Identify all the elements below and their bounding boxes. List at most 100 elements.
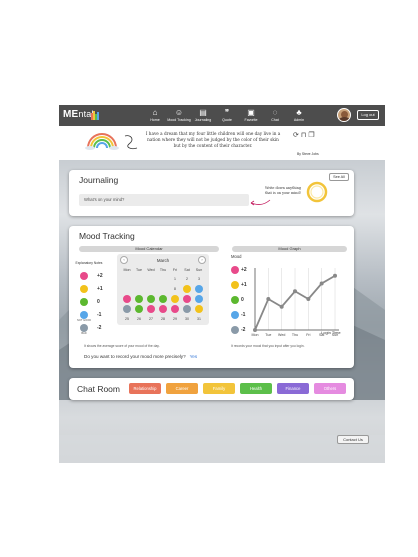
- nav-item-admin[interactable]: ♣ Admin: [287, 108, 311, 122]
- weekday-label: Fri: [172, 268, 178, 272]
- graph-x-tick: Fri: [306, 333, 310, 337]
- chat-room-relationship[interactable]: Relationship: [129, 383, 161, 394]
- legend-title: Explanatory Notes: [75, 261, 103, 265]
- nav-item-label: Mood Tracking: [167, 118, 191, 122]
- graph-y-tick: -1: [241, 312, 246, 318]
- precise-mood-question: Do you want to record your mood more pre…: [84, 354, 197, 359]
- nav-item-chat[interactable]: ◌ Chat: [263, 108, 287, 122]
- calendar-day[interactable]: 3: [193, 277, 205, 281]
- journal-input[interactable]: What's on your mind?: [79, 194, 249, 206]
- legend-value: +1: [97, 286, 103, 292]
- chat-room-others[interactable]: Others: [314, 383, 346, 394]
- user-avatar[interactable]: [337, 108, 351, 122]
- calendar-mood-icon[interactable]: [195, 285, 203, 293]
- mood-point[interactable]: [319, 281, 324, 286]
- calendar-mood-icon[interactable]: [123, 295, 131, 303]
- graph-x-tick: Tue: [265, 333, 271, 337]
- journal-note: Write down anything that is on your mind…: [264, 186, 302, 195]
- calendar-day[interactable]: 25: [121, 317, 133, 321]
- mood-point[interactable]: [266, 297, 271, 301]
- mood-face-icon: [80, 298, 88, 306]
- arrow-icon: [250, 199, 271, 206]
- calendar-mood-icon[interactable]: [183, 305, 191, 313]
- graph-mood-icon: [231, 281, 239, 289]
- calendar-mood-icon[interactable]: [123, 305, 131, 313]
- calendar-day[interactable]: 26: [133, 317, 145, 321]
- nav-item-journaling[interactable]: ▤ Journaling: [191, 108, 215, 122]
- weekday-label: Tue: [135, 268, 143, 272]
- book-icon: ▤: [199, 108, 207, 117]
- graph-mood-icon: [231, 296, 239, 304]
- mood-point[interactable]: [333, 273, 337, 278]
- calendar-day[interactable]: 31: [193, 317, 205, 321]
- nav-item-label: Chat: [271, 118, 279, 122]
- top-navbar: MEntal ⌂ Home ☺ Mood Tracking ▤ Journaling ❞ Qu…: [59, 105, 385, 126]
- nav-item-mood-tracking[interactable]: ☺ Mood Tracking: [167, 108, 191, 122]
- graph-y-tick: -2: [241, 327, 246, 333]
- calendar-mood-icon[interactable]: [195, 305, 203, 313]
- mood-graph-label: Mood Graph: [232, 246, 347, 252]
- app-window: MEntal ⌂ Home ☺ Mood Tracking ▤ Journaling ❞ Qu…: [59, 105, 385, 463]
- calendar-day[interactable]: 2: [181, 277, 193, 281]
- yes-link[interactable]: Yes: [190, 354, 198, 359]
- weekday-label: Sat: [184, 268, 190, 272]
- legend-value: -2: [97, 325, 102, 331]
- mood-point[interactable]: [306, 297, 311, 301]
- calendar-day[interactable]: 29: [169, 317, 181, 321]
- nav-item-quote[interactable]: ❞ Quote: [215, 108, 239, 122]
- calendar-mood-icon[interactable]: [183, 295, 191, 303]
- chat-room-career[interactable]: Career: [166, 383, 198, 394]
- calendar-mood-icon[interactable]: [171, 295, 179, 303]
- calendar-mood-icon[interactable]: [147, 305, 155, 313]
- calendar-mood-icon[interactable]: [159, 295, 167, 303]
- nav-item-favorite[interactable]: ▣ Favorite: [239, 108, 263, 122]
- calendar-day[interactable]: 28: [157, 317, 169, 321]
- graph-x-tick: Mon: [252, 333, 259, 337]
- calendar-mood-icon[interactable]: [135, 295, 143, 303]
- see-all-button[interactable]: See All: [329, 173, 349, 181]
- mood-point[interactable]: [279, 304, 284, 309]
- home-icon: ⌂: [152, 108, 158, 117]
- graph-mood-icon: [231, 326, 239, 334]
- copy-icon[interactable]: ❐: [308, 132, 316, 139]
- next-month-button[interactable]: ›: [198, 256, 206, 264]
- nav-item-home[interactable]: ⌂ Home: [143, 108, 167, 122]
- calendar-mood-icon[interactable]: [195, 295, 203, 303]
- chat-icon: ◌: [272, 108, 278, 117]
- app-logo[interactable]: MEntal: [63, 109, 94, 120]
- admin-icon: ♣: [296, 108, 302, 117]
- journaling-card: Journaling See All What's on your mind? …: [69, 170, 354, 216]
- mood-face-icon: [80, 285, 88, 293]
- mood-point[interactable]: [293, 289, 297, 294]
- chat-room-finance[interactable]: Finance: [277, 383, 309, 394]
- nav-item-label: Admin: [293, 118, 305, 122]
- calendar-day[interactable]: 30: [181, 317, 193, 321]
- calendar-mood-icon[interactable]: [159, 305, 167, 313]
- chat-room-family[interactable]: Family: [203, 383, 235, 394]
- calendar-day[interactable]: 1: [169, 277, 181, 281]
- calendar-day[interactable]: 8: [169, 287, 181, 291]
- calendar-mood-icon[interactable]: [171, 305, 179, 313]
- weekday-label: Sun: [195, 268, 203, 272]
- logout-button[interactable]: Log out: [357, 110, 379, 120]
- mood-calendar-label: Mood Calendar: [79, 246, 219, 252]
- smiley-icon: ☺: [174, 108, 184, 117]
- refresh-icon[interactable]: ⟳: [293, 132, 301, 139]
- nav-item-label: Quote: [222, 118, 232, 122]
- calendar-day[interactable]: 27: [145, 317, 157, 321]
- mood-face-icon: [80, 272, 88, 280]
- calendar-mood-icon[interactable]: [183, 285, 191, 293]
- logo-mark-icon: [91, 111, 100, 120]
- mood-tracking-card: Mood Tracking Mood Calendar Mood Graph E…: [69, 226, 354, 368]
- calendar-mood-icon[interactable]: [147, 295, 155, 303]
- chat-room-health[interactable]: Health: [240, 383, 272, 394]
- quote-mark-icon: [124, 135, 138, 150]
- contact-us-button[interactable]: Contact Us: [337, 435, 369, 444]
- mood-calendar: ‹ March › Mon Tue Wed Thu Fri Sat Sun 1 2 3 8 25 26 2…: [117, 254, 209, 325]
- mood-face-icon: [80, 324, 88, 332]
- chat-room-card: Chat Room Relationship Career Family Health…: [69, 378, 354, 400]
- calendar-mood-icon[interactable]: [135, 305, 143, 313]
- legend-value: +2: [97, 273, 103, 279]
- logo-main: ME: [63, 109, 79, 120]
- mood-point[interactable]: [253, 328, 257, 332]
